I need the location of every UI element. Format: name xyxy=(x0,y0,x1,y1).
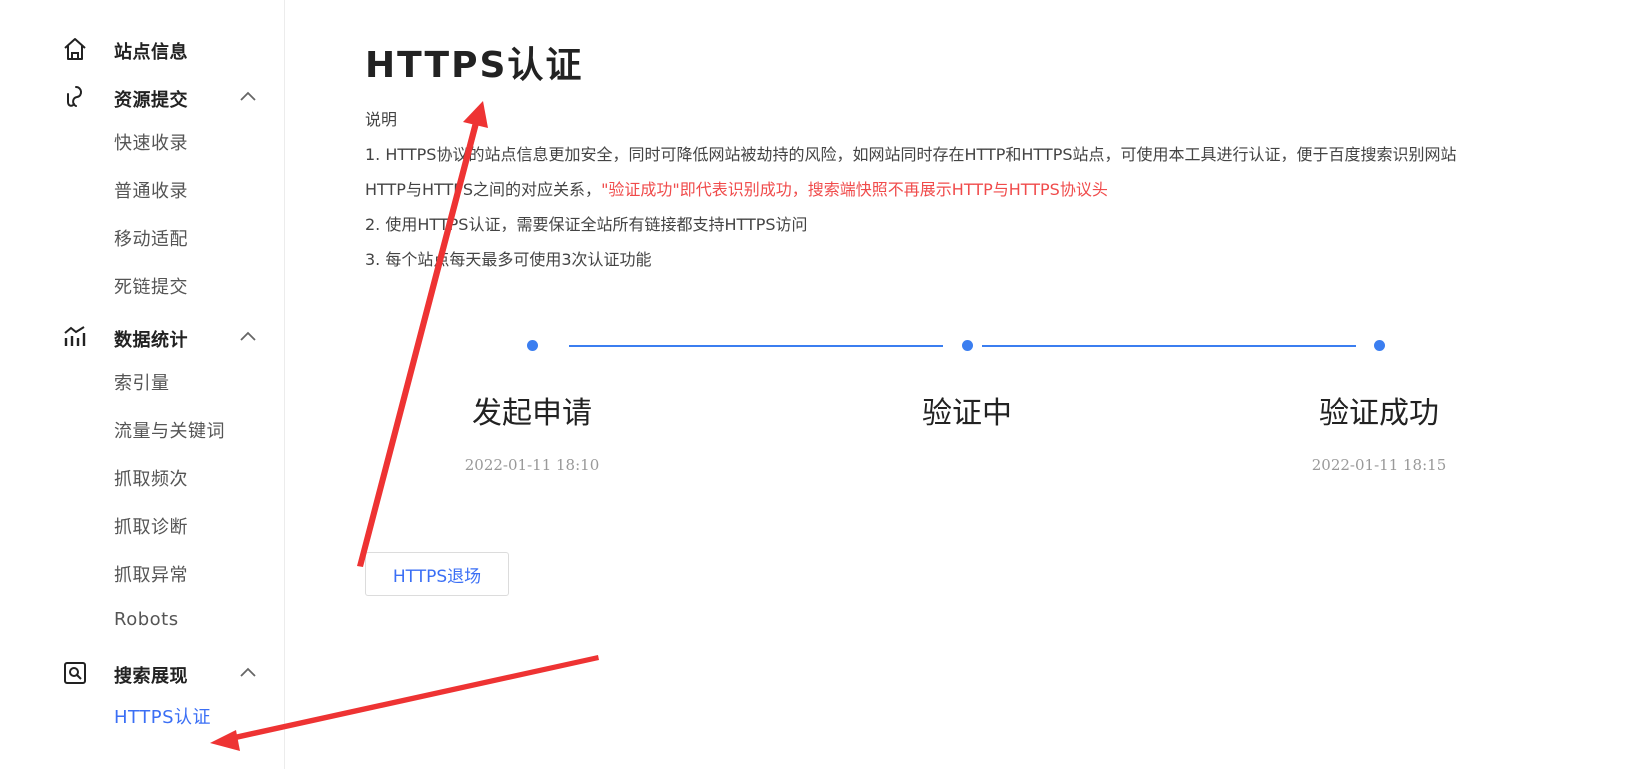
sidebar-item-index-volume[interactable]: 索引量 xyxy=(114,369,170,395)
sidebar-item-crawl-diagnosis[interactable]: 抓取诊断 xyxy=(114,513,188,539)
home-icon xyxy=(62,36,88,62)
sidebar-group-label: 搜索展现 xyxy=(114,666,188,687)
sidebar-item-https-auth[interactable]: HTTPS认证 xyxy=(114,703,211,729)
submit-icon xyxy=(62,84,88,110)
step-label-verifying: 验证中 xyxy=(922,396,1012,431)
sidebar-item-dead-link[interactable]: 死链提交 xyxy=(114,273,188,299)
sidebar-item-mobile-adapt[interactable]: 移动适配 xyxy=(114,225,188,251)
sidebar-group-data-stats[interactable]: 数据统计 xyxy=(0,316,284,356)
chevron-up-icon[interactable] xyxy=(238,664,258,680)
description-line-2: HTTP与HTTPS之间的对应关系，"验证成功"即代表识别成功，搜索端快照不再展… xyxy=(365,176,1108,200)
step-connector-2 xyxy=(982,345,1356,347)
description-warning-text: "验证成功"即代表识别成功，搜索端快照不再展示HTTP与HTTPS协议头 xyxy=(601,180,1108,199)
step-label-success: 验证成功 xyxy=(1319,396,1439,431)
sidebar-item-traffic-keywords[interactable]: 流量与关键词 xyxy=(114,417,225,443)
sidebar-item-fast-index[interactable]: 快速收录 xyxy=(114,129,188,155)
step-connector-1 xyxy=(569,345,943,347)
step-label-apply: 发起申请 xyxy=(472,396,592,431)
step-dot-2 xyxy=(962,340,973,351)
description-line-1: 1. HTTPS协议的站点信息更加安全，同时可降低网站被劫持的风险，如网站同时存… xyxy=(365,145,1457,164)
sidebar-group-search-display[interactable]: 搜索展现 xyxy=(0,652,284,692)
step-time-success: 2022-01-11 18:15 xyxy=(1311,456,1447,474)
sidebar-group-label: 站点信息 xyxy=(114,42,188,63)
sidebar-group-label: 资源提交 xyxy=(114,90,188,111)
chevron-up-icon[interactable] xyxy=(238,328,258,344)
sidebar-group-label: 数据统计 xyxy=(114,330,188,351)
main-content: HTTPS认证 说明 1. HTTPS协议的站点信息更加安全，同时可降低网站被劫… xyxy=(365,0,1649,769)
chevron-up-icon[interactable] xyxy=(238,88,258,104)
chart-icon xyxy=(62,324,88,350)
sidebar-item-normal-index[interactable]: 普通收录 xyxy=(114,177,188,203)
sidebar-item-crawl-errors[interactable]: 抓取异常 xyxy=(114,561,188,587)
sidebar-item-crawl-frequency[interactable]: 抓取频次 xyxy=(114,465,188,491)
step-time-apply: 2022-01-11 18:10 xyxy=(464,456,600,474)
step-dot-3 xyxy=(1374,340,1385,351)
page-title: HTTPS认证 xyxy=(365,45,584,86)
description-line-3: 2. 使用HTTPS认证，需要保证全站所有链接都支持HTTPS访问 xyxy=(365,215,808,234)
sidebar-group-resource-submit[interactable]: 资源提交 xyxy=(0,76,284,116)
step-dot-1 xyxy=(527,340,538,351)
description-heading: 说明 xyxy=(365,110,398,129)
sidebar-group-site-info[interactable]: 站点信息 xyxy=(0,28,284,68)
sidebar: 站点信息 资源提交 快速收录 普通收录 移动适配 死链提交 数据统计 索引量 流… xyxy=(0,0,285,769)
description-line-4: 3. 每个站点每天最多可使用3次认证功能 xyxy=(365,250,652,269)
progress-steps: 发起申请 验证中 验证成功 2022-01-11 18:10 2022-01-1… xyxy=(365,340,1465,490)
sidebar-item-robots[interactable]: Robots xyxy=(114,609,179,630)
https-exit-button[interactable]: HTTPS退场 xyxy=(365,552,509,596)
search-display-icon xyxy=(62,660,88,686)
description-line-2-text: HTTP与HTTPS之间的对应关系， xyxy=(365,180,602,199)
